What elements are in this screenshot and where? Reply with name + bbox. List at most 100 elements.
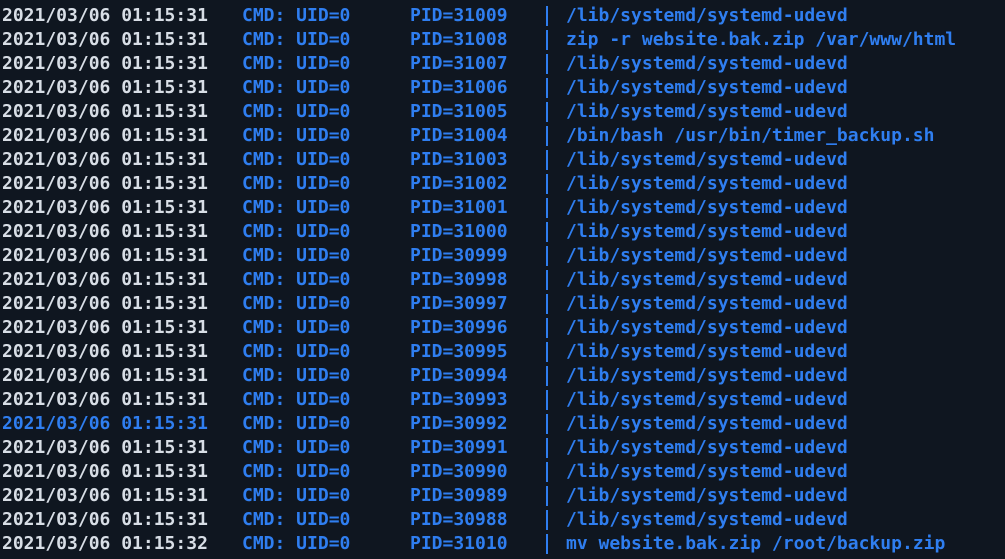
- log-command: mv website.bak.zip /root/backup.zip: [566, 533, 946, 554]
- log-command: /lib/systemd/systemd-udevd: [566, 461, 848, 482]
- log-pid: PID=30994: [410, 365, 508, 386]
- log-command: /lib/systemd/systemd-udevd: [566, 245, 848, 266]
- log-cmd-uid: CMD: UID=0: [242, 53, 351, 74]
- log-separator: [546, 78, 548, 98]
- log-command: /lib/systemd/systemd-udevd: [566, 317, 848, 338]
- log-command: /lib/systemd/systemd-udevd: [566, 221, 848, 242]
- log-separator: [546, 414, 548, 434]
- log-cmd-uid: CMD: UID=0: [242, 509, 351, 530]
- log-cmd-uid: CMD: UID=0: [242, 125, 351, 146]
- log-separator: [546, 6, 548, 26]
- log-separator: [546, 30, 548, 50]
- log-command: /lib/systemd/systemd-udevd: [566, 173, 848, 194]
- log-timestamp: 2021/03/06 01:15:31: [2, 221, 208, 242]
- log-pid: PID=30997: [410, 293, 508, 314]
- log-pid: PID=31006: [410, 77, 508, 98]
- log-cmd-uid: CMD: UID=0: [242, 269, 351, 290]
- log-timestamp: 2021/03/06 01:15:31: [2, 29, 208, 50]
- log-command: /lib/systemd/systemd-udevd: [566, 269, 848, 290]
- log-pid: PID=30999: [410, 245, 508, 266]
- log-command: /lib/systemd/systemd-udevd: [566, 389, 848, 410]
- log-cmd-uid: CMD: UID=0: [242, 437, 351, 458]
- log-command: /lib/systemd/systemd-udevd: [566, 509, 848, 530]
- log-separator: [546, 150, 548, 170]
- log-cmd-uid: CMD: UID=0: [242, 533, 351, 554]
- log-timestamp: 2021/03/06 01:15:31: [2, 437, 208, 458]
- log-cmd-uid: CMD: UID=0: [242, 29, 351, 50]
- log-command: zip -r website.bak.zip /var/www/html: [566, 29, 957, 50]
- log-cmd-uid: CMD: UID=0: [242, 149, 351, 170]
- log-separator: [546, 390, 548, 410]
- log-pid: PID=30998: [410, 269, 508, 290]
- log-pid: PID=30992: [410, 413, 508, 434]
- log-timestamp: 2021/03/06 01:15:31: [2, 461, 208, 482]
- log-cmd-uid: CMD: UID=0: [242, 173, 351, 194]
- log-timestamp: 2021/03/06 01:15:31: [2, 317, 208, 338]
- log-pid: PID=31004: [410, 125, 508, 146]
- log-separator: [546, 438, 548, 458]
- log-timestamp: 2021/03/06 01:15:31: [2, 389, 208, 410]
- log-timestamp: 2021/03/06 01:15:32: [2, 533, 208, 554]
- log-cmd-uid: CMD: UID=0: [242, 485, 351, 506]
- log-cmd-uid: CMD: UID=0: [242, 389, 351, 410]
- log-timestamp: 2021/03/06 01:15:31: [2, 413, 208, 434]
- log-pid: PID=31001: [410, 197, 508, 218]
- log-separator: [546, 486, 548, 506]
- log-separator: [546, 174, 548, 194]
- log-pid: PID=31003: [410, 149, 508, 170]
- log-pid: PID=31007: [410, 53, 508, 74]
- log-command: /lib/systemd/systemd-udevd: [566, 365, 848, 386]
- log-pid: PID=31010: [410, 533, 508, 554]
- log-separator: [546, 294, 548, 314]
- log-cmd-uid: CMD: UID=0: [242, 5, 351, 26]
- terminal-output[interactable]: 2021/03/06 01:15:31 CMD: UID=0 PID=31009/l…: [0, 4, 1005, 559]
- log-timestamp: 2021/03/06 01:15:31: [2, 341, 208, 362]
- log-separator: [546, 366, 548, 386]
- log-command: /lib/systemd/systemd-udevd: [566, 149, 848, 170]
- log-timestamp: 2021/03/06 01:15:31: [2, 149, 208, 170]
- log-command: /bin/bash /usr/bin/timer_backup.sh: [566, 125, 935, 146]
- log-separator: [546, 246, 548, 266]
- log-pid: PID=30990: [410, 461, 508, 482]
- log-separator: [546, 318, 548, 338]
- log-separator: [546, 222, 548, 242]
- log-separator: [546, 510, 548, 530]
- log-cmd-uid: CMD: UID=0: [242, 341, 351, 362]
- log-pid: PID=30996: [410, 317, 508, 338]
- log-command: /lib/systemd/systemd-udevd: [566, 77, 848, 98]
- log-pid: PID=30991: [410, 437, 508, 458]
- log-pid: PID=31005: [410, 101, 508, 122]
- log-cmd-uid: CMD: UID=0: [242, 101, 351, 122]
- log-timestamp: 2021/03/06 01:15:31: [2, 101, 208, 122]
- log-cmd-uid: CMD: UID=0: [242, 293, 351, 314]
- log-command: /lib/systemd/systemd-udevd: [566, 53, 848, 74]
- log-separator: [546, 126, 548, 146]
- log-timestamp: 2021/03/06 01:15:31: [2, 509, 208, 530]
- log-timestamp: 2021/03/06 01:15:31: [2, 197, 208, 218]
- log-cmd-uid: CMD: UID=0: [242, 365, 351, 386]
- log-pid: PID=30988: [410, 509, 508, 530]
- log-command: /lib/systemd/systemd-udevd: [566, 5, 848, 26]
- log-cmd-uid: CMD: UID=0: [242, 197, 351, 218]
- log-separator: [546, 342, 548, 362]
- log-command: /lib/systemd/systemd-udevd: [566, 437, 848, 458]
- log-separator: [546, 462, 548, 482]
- log-separator: [546, 198, 548, 218]
- log-pid: PID=31000: [410, 221, 508, 242]
- log-pid: PID=30993: [410, 389, 508, 410]
- log-cmd-uid: CMD: UID=0: [242, 245, 351, 266]
- log-pid: PID=30989: [410, 485, 508, 506]
- log-command: /lib/systemd/systemd-udevd: [566, 101, 848, 122]
- log-command: /lib/systemd/systemd-udevd: [566, 293, 848, 314]
- log-timestamp: 2021/03/06 01:15:31: [2, 293, 208, 314]
- log-timestamp: 2021/03/06 01:15:31: [2, 173, 208, 194]
- log-command: /lib/systemd/systemd-udevd: [566, 485, 848, 506]
- log-separator: [546, 270, 548, 290]
- log-timestamp: 2021/03/06 01:15:31: [2, 485, 208, 506]
- log-cmd-uid: CMD: UID=0: [242, 221, 351, 242]
- log-cmd-uid: CMD: UID=0: [242, 317, 351, 338]
- log-pid: PID=30995: [410, 341, 508, 362]
- log-timestamp: 2021/03/06 01:15:31: [2, 5, 208, 26]
- log-timestamp: 2021/03/06 01:15:31: [2, 125, 208, 146]
- log-timestamp: 2021/03/06 01:15:31: [2, 53, 208, 74]
